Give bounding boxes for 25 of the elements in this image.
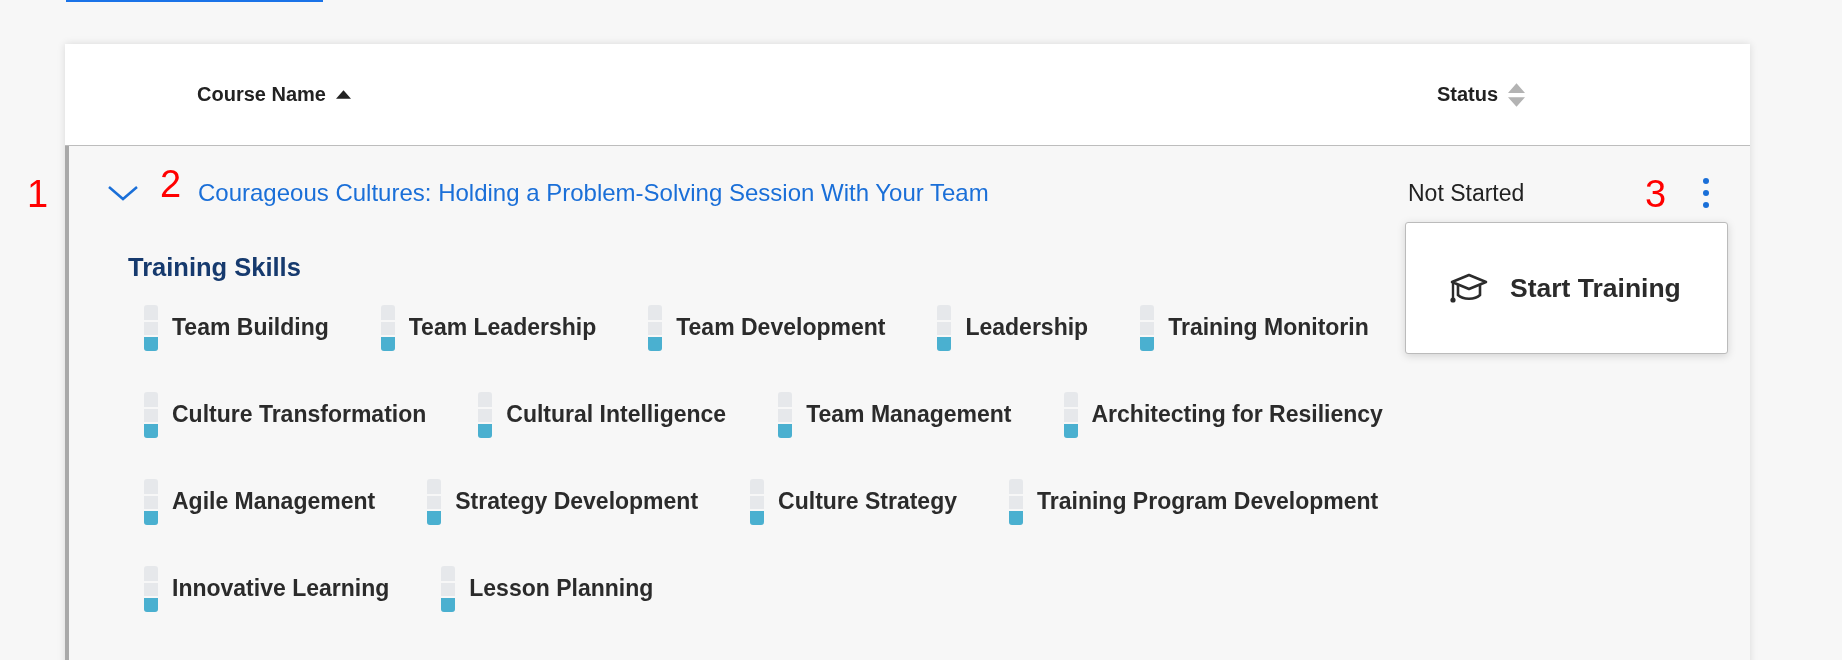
- skill-name: Team Development: [676, 314, 886, 341]
- skill-name: Culture Strategy: [778, 488, 957, 515]
- skill-name: Training Monitorin: [1168, 314, 1369, 341]
- course-title-link[interactable]: Courageous Cultures: Holding a Problem-Solving Session With Your Team: [198, 179, 1408, 207]
- skill-name: Agile Management: [172, 488, 376, 515]
- column-header[interactable]: Status: [1437, 83, 1499, 106]
- annotation-number: 1: [27, 175, 49, 213]
- skill-name: Innovative Learning: [172, 575, 390, 602]
- graduation-cap-icon: [1450, 272, 1488, 304]
- skill-name: Team Management: [806, 401, 1012, 428]
- skill-name: Cultural Intelligence: [506, 401, 727, 428]
- section-heading: Training Skills: [128, 252, 302, 283]
- skill-name: Strategy Development: [455, 488, 699, 515]
- skill-name: Lesson Planning: [469, 575, 654, 602]
- skill-name: Culture Transformation: [172, 401, 427, 428]
- skill-name: Leadership: [965, 314, 1089, 341]
- annotation-number: 2: [160, 165, 182, 203]
- skill-name: Training Program Development: [1037, 488, 1379, 515]
- annotation-number: 3: [1645, 175, 1667, 213]
- status-text: Not Started: [1408, 179, 1525, 206]
- skill-name: Team Building: [172, 314, 329, 341]
- column-header[interactable]: Course Name: [197, 83, 326, 106]
- skill-name: Architecting for Resiliency: [1091, 401, 1383, 428]
- skill-name: Team Leadership: [408, 314, 597, 341]
- menu-item[interactable]: Start Training: [1406, 258, 1727, 318]
